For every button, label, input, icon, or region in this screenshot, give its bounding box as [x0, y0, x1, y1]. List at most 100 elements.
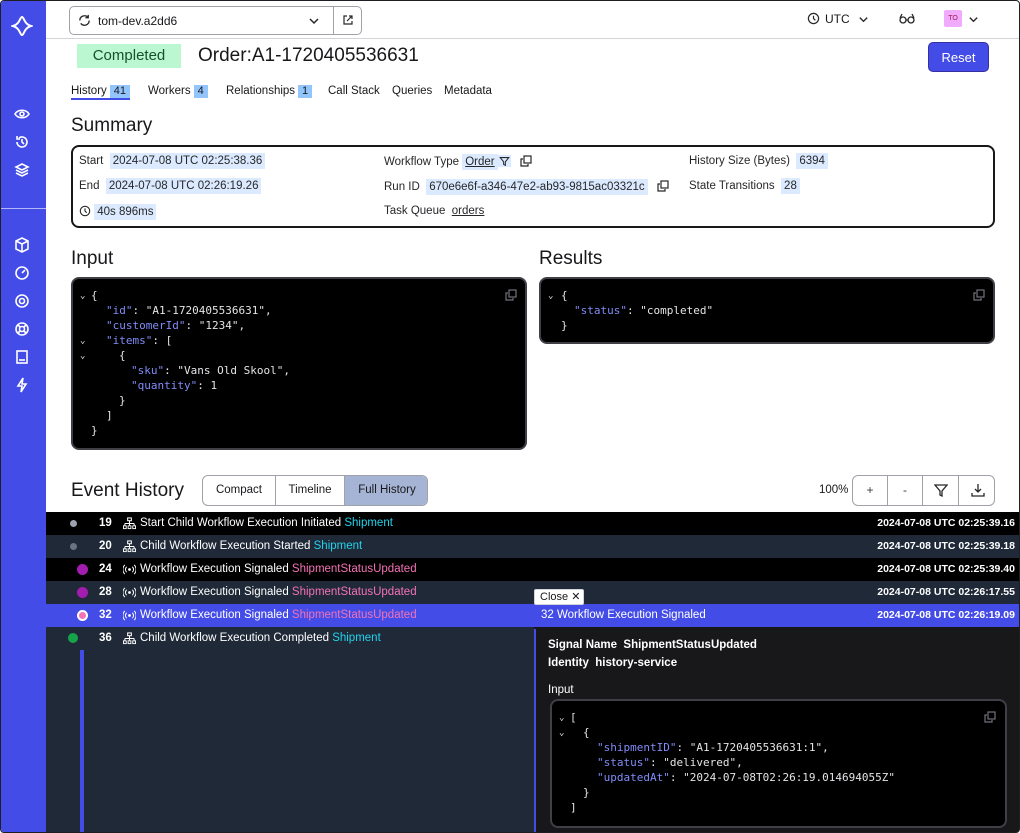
code-line: "id": "A1-1720405536631",: [106, 304, 272, 317]
fold-chevron-icon[interactable]: ⌄: [80, 291, 85, 301]
view-compact-button[interactable]: Compact: [203, 476, 275, 505]
json-value: : "delivered",: [649, 756, 743, 769]
fold-chevron-icon[interactable]: ⌄: [548, 291, 553, 301]
copy-icon[interactable]: [520, 155, 532, 167]
tab-label: Call Stack: [328, 85, 380, 97]
tab-relationships[interactable]: Relationships 1: [226, 85, 313, 98]
copy-icon[interactable]: [973, 289, 985, 301]
refresh-icon: [79, 14, 90, 26]
external-link-icon[interactable]: [342, 14, 354, 26]
event-type: Child Workflow Execution Started: [140, 540, 314, 552]
timezone-select[interactable]: UTC: [825, 12, 850, 26]
filter-button[interactable]: [923, 476, 958, 505]
json-key: "updatedAt": [597, 771, 670, 784]
filter-icon[interactable]: [497, 155, 511, 167]
topbar-divider: [46, 38, 1019, 39]
avatar[interactable]: TO: [944, 10, 962, 27]
history-size-field: History Size (Bytes) 6394: [689, 153, 828, 169]
zoom-out-button[interactable]: -: [888, 476, 922, 505]
reset-button[interactable]: Reset: [928, 42, 989, 72]
tab-workers[interactable]: Workers 4: [148, 85, 208, 98]
event-row[interactable]: 32 Workflow Execution Signaled ShipmentSt…: [46, 604, 1019, 627]
history-icon[interactable]: [14, 134, 30, 150]
event-name: Workflow Execution Signaled ShipmentStat…: [140, 609, 417, 621]
workflow-type-link[interactable]: Order: [462, 154, 498, 170]
signal-name-value: ShipmentStatusUpdated: [623, 639, 757, 651]
clock-icon: [807, 12, 820, 25]
tab-label: Queries: [392, 85, 433, 97]
zoom-in-button[interactable]: +: [853, 476, 887, 505]
lifebuoy-icon[interactable]: [14, 321, 30, 337]
glasses-icon[interactable]: [899, 13, 915, 25]
detail-input-code-block[interactable]: [{"shipmentID": "A1-1720405536631:1", "st…: [550, 699, 1007, 828]
temporal-logo-icon[interactable]: [9, 15, 35, 37]
tab-metadata[interactable]: Metadata: [444, 85, 492, 97]
event-id: 36: [99, 632, 112, 644]
signal-icon: [123, 564, 136, 575]
view-timeline-button[interactable]: Timeline: [276, 476, 344, 505]
json-value: : "A1-1720405536631",: [132, 304, 272, 317]
book-icon[interactable]: [14, 349, 30, 365]
event-row[interactable]: 28 Workflow Execution Signaled ShipmentSt…: [46, 581, 1019, 604]
code-line: }: [119, 394, 126, 407]
lightning-icon[interactable]: [14, 377, 30, 393]
event-timestamp: 2024-07-08 UTC 02:25:39.16: [877, 517, 1015, 529]
chevron-down-icon[interactable]: [968, 14, 979, 25]
code-line: ]: [570, 801, 577, 814]
filter-icon: [933, 484, 948, 498]
json-value: : "completed": [626, 304, 714, 317]
timeline-dot: [77, 610, 88, 621]
event-row[interactable]: 19 Start Child Workflow Execution Initiat…: [46, 512, 1019, 535]
json-key: "quantity": [131, 379, 198, 392]
copy-icon[interactable]: [505, 289, 517, 301]
input-code-block[interactable]: {"id": "A1-1720405536631", "customerId": …: [71, 277, 527, 450]
duration-field: 40s 896ms: [79, 204, 157, 220]
tab-history[interactable]: History 41: [71, 85, 131, 100]
event-target: ShipmentStatusUpdated: [291, 586, 417, 598]
tab-count-badge: 1: [298, 85, 313, 98]
fold-chevron-icon[interactable]: ⌄: [559, 713, 564, 723]
download-button[interactable]: [959, 476, 994, 505]
task-queue-link[interactable]: orders: [452, 205, 485, 217]
chevron-down-icon: [309, 18, 319, 25]
json-key: "status": [597, 756, 650, 769]
code-line: {: [91, 289, 98, 302]
event-target: Shipment: [332, 632, 381, 644]
duration-value: 40s 896ms: [94, 204, 157, 220]
event-row[interactable]: 36 Child Workflow Execution Completed Shi…: [46, 627, 534, 650]
settings-icon[interactable]: [14, 293, 30, 309]
chevron-down-icon[interactable]: [858, 14, 869, 25]
start-field: Start 2024-07-08 UTC 02:25:38.36: [79, 153, 266, 169]
tab-call-stack[interactable]: Call Stack: [328, 85, 380, 97]
view-full-history-button[interactable]: Full History: [345, 476, 427, 505]
tab-label: Metadata: [444, 85, 492, 97]
event-target: Shipment: [313, 540, 363, 552]
fold-chevron-icon[interactable]: ⌄: [80, 351, 85, 361]
eye-icon[interactable]: [14, 106, 30, 122]
copy-icon[interactable]: [984, 711, 996, 723]
zoom-level: 100%: [819, 484, 849, 496]
fold-chevron-icon[interactable]: ⌄: [559, 728, 564, 738]
page-title: Order:A1-1720405536631: [198, 45, 419, 66]
event-row[interactable]: 24 Workflow Execution Signaled ShipmentSt…: [46, 558, 1019, 581]
close-detail-button[interactable]: Close ✕: [534, 589, 584, 605]
run-id-field: Run ID 670e6e6f-a346-47e2-ab93-9815ac033…: [384, 179, 669, 195]
fold-chevron-icon[interactable]: ⌄: [80, 336, 85, 346]
state-transitions-label: State Transitions: [689, 180, 775, 192]
event-row[interactable]: 20 Child Workflow Execution Started Shipm…: [46, 535, 1019, 558]
state-transitions-value: 28: [781, 178, 800, 194]
signal-name-label: Signal Name: [548, 639, 618, 651]
namespace-select[interactable]: tom-dev.a2dd6: [69, 6, 362, 35]
close-label: Close: [540, 591, 569, 603]
layers-icon[interactable]: [14, 162, 30, 178]
results-code-block[interactable]: {"status": "completed"} ⌄: [539, 277, 995, 344]
task-queue-field: Task Queue orders: [384, 205, 484, 217]
copy-icon[interactable]: [657, 180, 669, 192]
tab-label: Workers: [148, 85, 191, 97]
event-timestamp: 2024-07-08 UTC 02:26:17.55: [877, 586, 1015, 598]
end-label: End: [79, 180, 100, 192]
tab-queries[interactable]: Queries: [392, 85, 432, 97]
code-line: {: [561, 289, 568, 302]
gauge-icon[interactable]: [14, 265, 30, 281]
box-icon[interactable]: [14, 237, 30, 253]
